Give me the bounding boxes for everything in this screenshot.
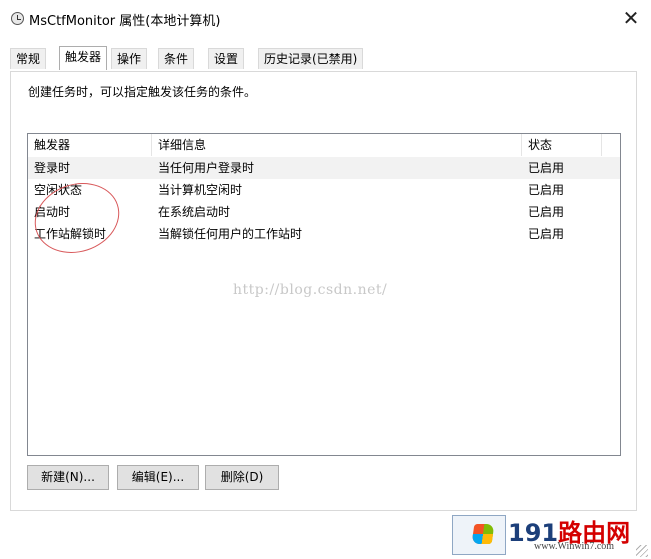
status-cell: 已启用 [528, 227, 565, 241]
status-cell: 已启用 [528, 205, 565, 219]
trigger-cell: 登录时 [34, 161, 71, 175]
window-title: MsCtfMonitor 属性(本地计算机) [29, 14, 221, 29]
panel-description: 创建任务时，可以指定触发该任务的条件。 [28, 85, 257, 99]
status-cell: 已启用 [528, 161, 565, 175]
status-cell: 已启用 [528, 183, 565, 197]
tab-general[interactable]: 常规 [10, 48, 47, 69]
table-row[interactable]: 空闲状态 当计算机空闲时 已启用 [28, 179, 620, 201]
windows-flag-icon [471, 524, 495, 544]
tab-history[interactable]: 历史记录(已禁用) [258, 48, 364, 69]
tab-conditions[interactable]: 条件 [158, 48, 195, 69]
triggers-panel: 创建任务时，可以指定触发该任务的条件。 触发器 详细信息 状态 登录时 当任何用… [10, 71, 637, 511]
watermark-text: http://blog.csdn.net/ [233, 282, 388, 298]
delete-button[interactable]: 删除(D) [205, 465, 279, 490]
site-logo: 191路由网 www.Winwin7.com [448, 511, 651, 559]
details-cell: 当任何用户登录时 [158, 161, 255, 175]
title-bar: MsCtfMonitor 属性(本地计算机) ✕ [0, 0, 651, 38]
edit-button[interactable]: 编辑(E)... [117, 465, 199, 490]
column-header-details[interactable]: 详细信息 [152, 134, 522, 156]
clock-icon [11, 12, 24, 25]
close-icon[interactable]: ✕ [618, 6, 644, 32]
details-cell: 当计算机空闲时 [158, 183, 243, 197]
resize-grip-icon[interactable] [636, 545, 648, 557]
tab-triggers[interactable]: 触发器 [59, 46, 108, 71]
table-row[interactable]: 登录时 当任何用户登录时 已启用 [28, 157, 620, 179]
details-cell: 当解锁任何用户的工作站时 [158, 227, 303, 241]
table-row[interactable]: 工作站解锁时 当解锁任何用户的工作站时 已启用 [28, 223, 620, 245]
logo-url: www.Winwin7.com [534, 541, 615, 552]
details-cell: 在系统启动时 [158, 205, 231, 219]
column-header-status[interactable]: 状态 [522, 134, 602, 156]
windows-logo-icon [452, 515, 506, 555]
triggers-list[interactable]: 触发器 详细信息 状态 登录时 当任何用户登录时 已启用 空闲状态 当计算机空闲… [27, 133, 621, 456]
new-button[interactable]: 新建(N)... [27, 465, 109, 490]
list-header: 触发器 详细信息 状态 [28, 134, 620, 156]
tab-settings[interactable]: 设置 [208, 48, 245, 69]
column-header-trigger[interactable]: 触发器 [28, 134, 152, 156]
tab-actions[interactable]: 操作 [111, 48, 148, 69]
